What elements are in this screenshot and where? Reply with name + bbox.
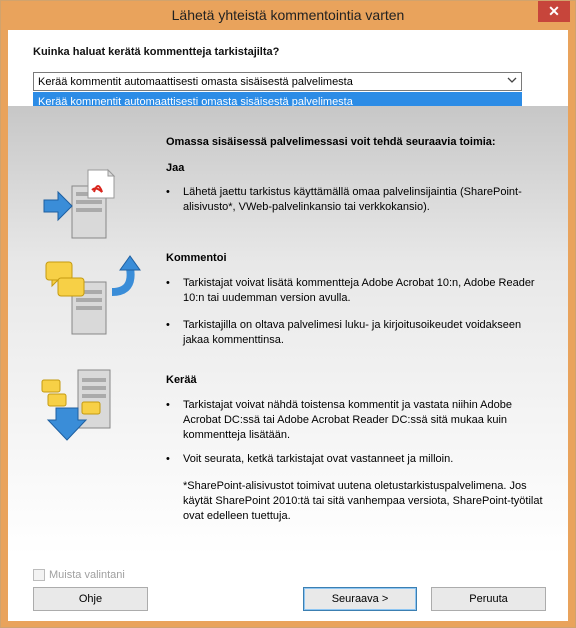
- intro-text: Omassa sisäisessä palvelimessasi voit te…: [166, 136, 496, 148]
- bullet-text: Tarkistajilla on oltava palvelimesi luku…: [183, 319, 522, 346]
- bullet-text: Lähetä jaettu tarkistus käyttämällä omaa…: [183, 186, 522, 213]
- remember-label: Muista valintani: [49, 569, 125, 581]
- bullet-text: Voit seurata, ketkä tarkistajat ovat vas…: [183, 453, 454, 465]
- title-bar: Lähetä yhteistä kommentointia varten ✕: [1, 1, 575, 30]
- dialog-window: Lähetä yhteistä kommentointia varten ✕ K…: [0, 0, 576, 628]
- collection-method-panel: Kuinka haluat kerätä kommentteja tarkist…: [8, 30, 568, 111]
- collection-method-select[interactable]: Kerää kommentit automaattisesti omasta s…: [33, 72, 522, 91]
- help-button[interactable]: Ohje: [33, 587, 148, 611]
- section-title-share: Jaa: [166, 162, 185, 174]
- bullet-collect-1: • Tarkistajat voivat nähdä toistensa kom…: [166, 398, 536, 443]
- share-server-icon: [43, 168, 116, 239]
- cancel-button[interactable]: Peruuta: [431, 587, 546, 611]
- bullet-dot: •: [166, 399, 170, 411]
- comment-server-icon: [45, 255, 141, 335]
- bullet-text: Tarkistajat voivat nähdä toistensa komme…: [183, 399, 512, 441]
- bullet-dot: •: [166, 186, 170, 198]
- remember-choice[interactable]: Muista valintani: [33, 569, 125, 581]
- collection-question: Kuinka haluat kerätä kommentteja tarkist…: [33, 46, 280, 58]
- section-title-collect: Kerää: [166, 374, 197, 386]
- bullet-dot: •: [166, 319, 170, 331]
- dialog-body: Kuinka haluat kerätä kommentteja tarkist…: [8, 30, 568, 621]
- section-title-comment: Kommentoi: [166, 252, 227, 264]
- bullet-dot: •: [166, 453, 170, 465]
- close-button[interactable]: ✕: [538, 1, 570, 22]
- collect-server-icon: [41, 369, 111, 441]
- bullet-comment-2: • Tarkistajilla on oltava palvelimesi lu…: [166, 318, 536, 348]
- remember-checkbox[interactable]: [33, 569, 45, 581]
- select-value: Kerää kommentit automaattisesti omasta s…: [38, 76, 353, 88]
- info-panel: Omassa sisäisessä palvelimessasi voit te…: [8, 106, 568, 556]
- bullet-share-1: • Lähetä jaettu tarkistus käyttämällä om…: [166, 185, 536, 215]
- dialog-footer: Muista valintani Ohje Seuraava > Peruuta: [8, 556, 568, 621]
- window-title: Lähetä yhteistä kommentointia varten: [171, 7, 405, 23]
- bullet-text: Tarkistajat voivat lisätä kommentteja Ad…: [183, 277, 535, 304]
- chevron-down-icon[interactable]: [506, 75, 518, 88]
- next-button[interactable]: Seuraava >: [303, 587, 417, 611]
- sharepoint-note: *SharePoint-alisivustot toimivat uutena …: [183, 480, 543, 522]
- bullet-collect-2: • Voit seurata, ketkä tarkistajat ovat v…: [166, 452, 536, 467]
- bullet-comment-1: • Tarkistajat voivat lisätä kommentteja …: [166, 276, 536, 306]
- bullet-dot: •: [166, 277, 170, 289]
